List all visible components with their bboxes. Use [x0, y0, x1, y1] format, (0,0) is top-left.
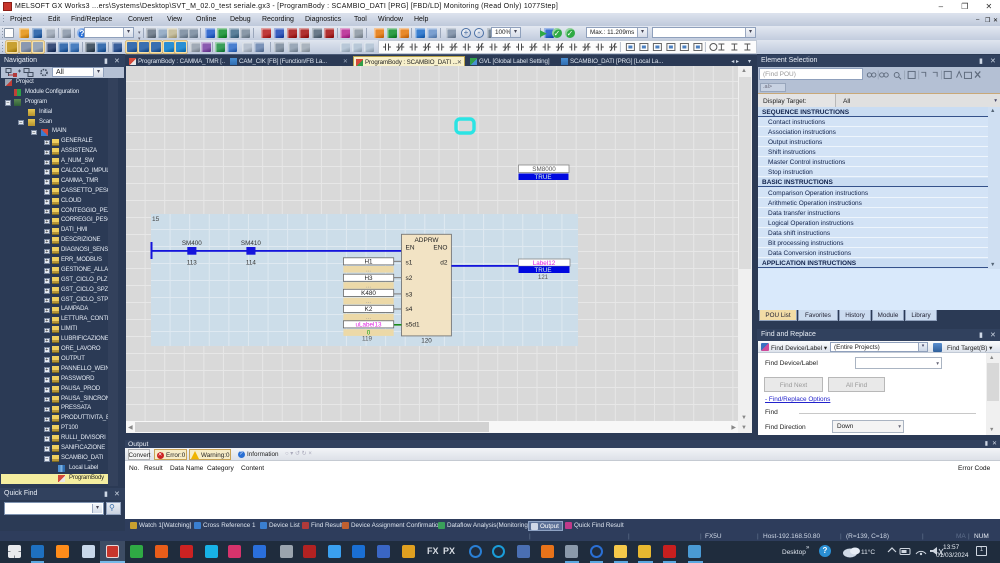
svg-text:K480: K480 — [361, 290, 376, 297]
svg-text:113: 113 — [187, 260, 198, 267]
svg-text:TRUE: TRUE — [534, 267, 551, 274]
svg-text:Label12: Label12 — [533, 260, 556, 267]
svg-text:114: 114 — [246, 260, 257, 267]
svg-text:SM400: SM400 — [182, 240, 202, 247]
svg-text:d2: d2 — [440, 260, 448, 267]
svg-text:SM410: SM410 — [241, 240, 261, 247]
svg-text:ADPRW: ADPRW — [414, 237, 439, 244]
svg-text:120: 120 — [421, 338, 432, 345]
svg-text:ENO: ENO — [433, 245, 447, 252]
svg-text:EN: EN — [406, 245, 415, 252]
svg-text:s2: s2 — [406, 275, 413, 282]
svg-text:...: ... — [366, 314, 371, 321]
svg-text:...: ... — [366, 267, 371, 274]
svg-text:119: 119 — [362, 336, 373, 343]
svg-text:...: ... — [366, 298, 371, 305]
svg-text:H3: H3 — [364, 275, 373, 282]
svg-text:121: 121 — [538, 275, 549, 281]
svg-text:s5d1: s5d1 — [406, 322, 420, 329]
svg-text:SM8000: SM8000 — [532, 166, 556, 173]
svg-text:H1: H1 — [364, 259, 373, 266]
svg-text:TRUE: TRUE — [534, 174, 551, 181]
svg-text:s3: s3 — [406, 292, 413, 299]
svg-text:K2: K2 — [365, 306, 373, 313]
svg-text:uLabel13: uLabel13 — [356, 322, 382, 329]
svg-text:...: ... — [366, 283, 371, 290]
svg-text:s1: s1 — [406, 260, 413, 267]
svg-text:s4: s4 — [406, 306, 413, 313]
svg-text:15: 15 — [152, 216, 160, 223]
